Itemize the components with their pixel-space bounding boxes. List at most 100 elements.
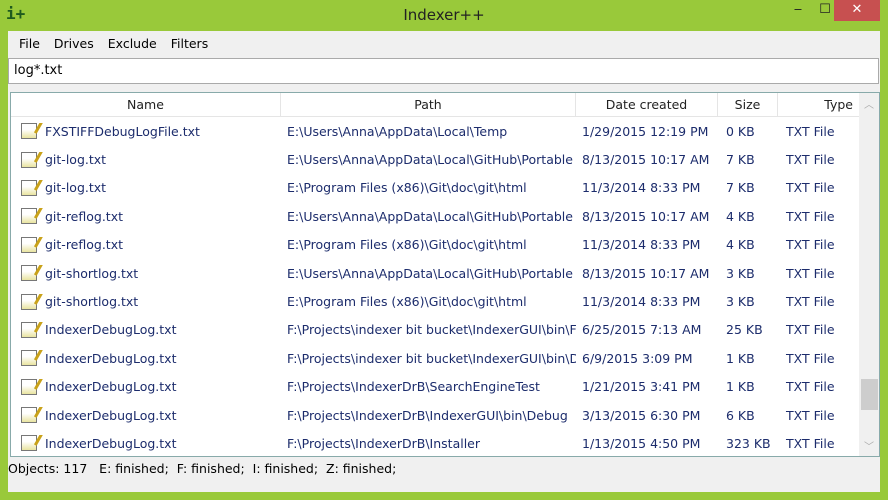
results-list[interactable]: Name Path Date created Size Type FXSTIFF… (10, 92, 880, 457)
menu-bar: File Drives Exclude Filters (8, 31, 215, 56)
date-cell: 11/3/2014 8:33 PM (582, 294, 701, 310)
text-file-icon (21, 236, 37, 253)
text-file-icon (21, 407, 37, 424)
table-row[interactable]: IndexerDebugLog.txt F:\Projects\IndexerD… (11, 401, 859, 429)
name-cell: git-shortlog.txt (11, 265, 281, 282)
text-file-icon (21, 435, 37, 452)
name-cell: git-shortlog.txt (11, 293, 281, 310)
menu-file[interactable]: File (12, 31, 47, 56)
text-file-icon (21, 350, 37, 367)
path-cell: F:\Projects\indexer bit bucket\IndexerGU… (287, 350, 576, 366)
path-cell: F:\Projects\IndexerDrB\Installer (287, 435, 480, 451)
table-row[interactable]: git-shortlog.txt E:\Program Files (x86)\… (11, 287, 859, 315)
path-cell: E:\Program Files (x86)\Git\doc\git\html (287, 237, 527, 253)
path-cell: E:\Program Files (x86)\Git\doc\git\html (287, 180, 527, 196)
column-header-path[interactable]: Path (281, 93, 576, 117)
search-input[interactable]: log*.txt (8, 58, 879, 84)
type-cell: TXT File (786, 123, 835, 139)
list-header: Name Path Date created Size Type (11, 93, 859, 117)
size-cell: 7 KB (726, 152, 755, 168)
close-button[interactable]: ✕ (834, 0, 880, 21)
name-cell: IndexerDebugLog.txt (11, 378, 281, 395)
path-cell: F:\Projects\indexer bit bucket\IndexerGU… (287, 322, 576, 338)
date-cell: 1/21/2015 3:41 PM (582, 379, 701, 395)
type-cell: TXT File (786, 407, 835, 423)
size-cell: 3 KB (726, 294, 755, 310)
scroll-up-icon[interactable]: ︿ (859, 96, 879, 111)
table-row[interactable]: IndexerDebugLog.txt F:\Projects\indexer … (11, 316, 859, 344)
path-cell: F:\Projects\IndexerDrB\IndexerGUI\bin\De… (287, 407, 568, 423)
name-cell: IndexerDebugLog.txt (11, 350, 281, 367)
size-cell: 6 KB (726, 407, 755, 423)
table-row[interactable]: FXSTIFFDebugLogFile.txt E:\Users\Anna\Ap… (11, 117, 859, 145)
date-cell: 8/13/2015 10:17 AM (582, 265, 710, 281)
text-file-icon (21, 321, 37, 338)
text-file-icon (21, 378, 37, 395)
file-name: git-log.txt (45, 180, 107, 196)
size-cell: 4 KB (726, 208, 755, 224)
column-header-name[interactable]: Name (11, 93, 281, 117)
menu-drives[interactable]: Drives (47, 31, 101, 56)
file-name: IndexerDebugLog.txt (45, 379, 177, 395)
scroll-down-icon[interactable]: ﹀ (859, 438, 879, 453)
status-bar: Objects: 117 E: finished; F: finished; I… (8, 461, 397, 476)
date-cell: 11/3/2014 8:33 PM (582, 237, 701, 253)
date-cell: 1/13/2015 4:50 PM (582, 435, 701, 451)
name-cell: IndexerDebugLog.txt (11, 407, 281, 424)
text-file-icon (21, 151, 37, 168)
type-cell: TXT File (786, 237, 835, 253)
type-cell: TXT File (786, 435, 835, 451)
text-file-icon (21, 123, 37, 140)
size-cell: 3 KB (726, 265, 755, 281)
file-name: git-reflog.txt (45, 208, 124, 224)
table-row[interactable]: git-shortlog.txt E:\Users\Anna\AppData\L… (11, 259, 859, 287)
text-file-icon (21, 179, 37, 196)
size-cell: 0 KB (726, 123, 755, 139)
file-name: git-reflog.txt (45, 237, 124, 253)
column-header-date[interactable]: Date created (576, 93, 718, 117)
size-cell: 7 KB (726, 180, 755, 196)
file-name: git-shortlog.txt (45, 294, 139, 310)
file-name: IndexerDebugLog.txt (45, 322, 177, 338)
table-row[interactable]: git-reflog.txt E:\Users\Anna\AppData\Loc… (11, 202, 859, 230)
title-bar[interactable]: i+ Indexer++ ‒ ☐ ✕ (0, 0, 888, 31)
name-cell: IndexerDebugLog.txt (11, 435, 281, 452)
type-cell: TXT File (786, 322, 835, 338)
name-cell: git-reflog.txt (11, 208, 281, 225)
date-cell: 8/13/2015 10:17 AM (582, 152, 710, 168)
column-header-size[interactable]: Size (718, 93, 778, 117)
name-cell: git-reflog.txt (11, 236, 281, 253)
window-body: File Drives Exclude Filters log*.txt Nam… (8, 31, 880, 492)
table-row[interactable]: IndexerDebugLog.txt F:\Projects\indexer … (11, 344, 859, 372)
table-row[interactable]: IndexerDebugLog.txt F:\Projects\IndexerD… (11, 429, 859, 456)
table-row[interactable]: git-log.txt E:\Users\Anna\AppData\Local\… (11, 145, 859, 173)
path-cell: E:\Users\Anna\AppData\Local\GitHub\Porta… (287, 152, 573, 168)
file-name: IndexerDebugLog.txt (45, 407, 177, 423)
file-name: git-shortlog.txt (45, 265, 139, 281)
date-cell: 6/25/2015 7:13 AM (582, 322, 702, 338)
file-name: IndexerDebugLog.txt (45, 435, 177, 451)
table-row[interactable]: git-reflog.txt E:\Program Files (x86)\Gi… (11, 231, 859, 259)
text-file-icon (21, 293, 37, 310)
vertical-scrollbar[interactable]: ︿ ﹀ (859, 93, 879, 456)
file-name: IndexerDebugLog.txt (45, 350, 177, 366)
text-file-icon (21, 208, 37, 225)
minimize-button[interactable]: ‒ (783, 0, 813, 21)
text-file-icon (21, 265, 37, 282)
window-title: Indexer++ (403, 6, 485, 24)
menu-exclude[interactable]: Exclude (101, 31, 164, 56)
path-cell: E:\Users\Anna\AppData\Local\GitHub\Porta… (287, 208, 573, 224)
size-cell: 25 KB (726, 322, 763, 338)
scrollbar-thumb[interactable] (861, 379, 878, 410)
date-cell: 8/13/2015 10:17 AM (582, 208, 710, 224)
type-cell: TXT File (786, 265, 835, 281)
table-row[interactable]: git-log.txt E:\Program Files (x86)\Git\d… (11, 174, 859, 202)
type-cell: TXT File (786, 379, 835, 395)
path-cell: F:\Projects\IndexerDrB\SearchEngineTest (287, 379, 540, 395)
menu-filters[interactable]: Filters (164, 31, 215, 56)
size-cell: 323 KB (726, 435, 771, 451)
column-header-type[interactable]: Type (778, 93, 857, 117)
path-cell: E:\Program Files (x86)\Git\doc\git\html (287, 294, 527, 310)
size-cell: 1 KB (726, 379, 755, 395)
table-row[interactable]: IndexerDebugLog.txt F:\Projects\IndexerD… (11, 373, 859, 401)
